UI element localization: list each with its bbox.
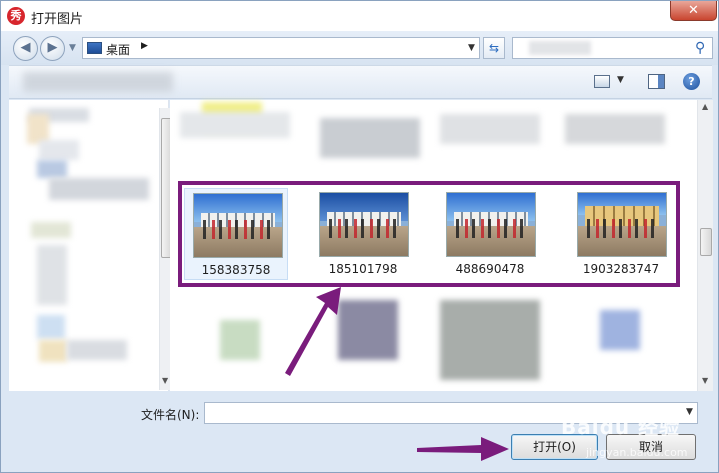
- file-blur-block: [220, 320, 260, 360]
- file-blur-block: [180, 112, 290, 138]
- file-view-scrollbar[interactable]: ▲ ▼: [697, 100, 713, 391]
- file-view-scroll-thumb[interactable]: [700, 228, 712, 256]
- refresh-button[interactable]: ⇆: [483, 37, 505, 59]
- back-button[interactable]: ◀: [13, 36, 38, 61]
- filename-dropdown-icon[interactable]: ▼: [686, 407, 693, 417]
- annotation-highlight-box: [178, 181, 680, 287]
- file-blur-block: [440, 300, 540, 380]
- recent-locations-dropdown[interactable]: ▼: [69, 43, 76, 53]
- nav-blur-block: [37, 160, 67, 178]
- change-view-icon[interactable]: [594, 75, 610, 88]
- nav-blur-block: [39, 140, 79, 160]
- file-blur-block: [320, 118, 420, 158]
- baidu-watermark: Baidu 经验: [561, 415, 681, 439]
- baidu-watermark-url: jingyan.baidu.com: [586, 446, 688, 459]
- filename-label: 文件名(N):: [141, 408, 200, 422]
- nav-blur-block: [37, 315, 65, 339]
- title-bar: 秀 打开图片 ✕: [1, 1, 718, 31]
- toolbar: ▼ ?: [9, 65, 712, 99]
- toolbar-commands-blurred: [23, 72, 173, 92]
- nav-blur-block: [37, 245, 67, 305]
- nav-blur-block: [31, 222, 71, 238]
- address-bar[interactable]: 桌面 ▶ ▼: [82, 37, 480, 59]
- help-icon[interactable]: ?: [683, 73, 700, 90]
- nav-blur-block: [67, 340, 127, 360]
- search-placeholder-blurred: [529, 41, 591, 55]
- address-row: ◀ ▶ ▼ 桌面 ▶ ▼ ⇆ ⚲: [1, 31, 718, 65]
- search-input[interactable]: ⚲: [512, 37, 713, 59]
- nav-blur-block: [39, 340, 67, 362]
- file-blur-block: [440, 114, 540, 144]
- file-blur-block: [565, 114, 665, 144]
- annotation-arrow-right: [417, 437, 509, 461]
- address-dropdown-icon[interactable]: ▼: [468, 43, 475, 53]
- breadcrumb-arrow-icon[interactable]: ▶: [141, 41, 148, 51]
- address-location[interactable]: 桌面: [106, 41, 130, 58]
- app-logo-icon: 秀: [7, 7, 25, 25]
- forward-button[interactable]: ▶: [40, 36, 65, 61]
- desktop-icon: [87, 42, 102, 54]
- open-image-dialog: 秀 打开图片 ✕ ◀ ▶ ▼ 桌面 ▶ ▼ ⇆ ⚲ ▼ ? ▼ ▲ ▼ 1583…: [0, 0, 719, 473]
- file-blur-block: [600, 310, 640, 350]
- file-blur-block: [338, 300, 398, 360]
- nav-blur-block: [49, 178, 149, 200]
- navigation-pane[interactable]: ▼: [9, 100, 173, 391]
- scroll-down-arrow-icon[interactable]: ▼: [162, 376, 168, 385]
- preview-pane-icon[interactable]: [648, 74, 665, 89]
- close-button[interactable]: ✕: [670, 1, 717, 21]
- scroll-down-arrow-icon[interactable]: ▼: [702, 376, 708, 385]
- search-icon[interactable]: ⚲: [695, 40, 705, 56]
- view-options-dropdown[interactable]: ▼: [617, 75, 624, 85]
- scroll-up-arrow-icon[interactable]: ▲: [702, 102, 708, 111]
- window-title: 打开图片: [31, 12, 84, 27]
